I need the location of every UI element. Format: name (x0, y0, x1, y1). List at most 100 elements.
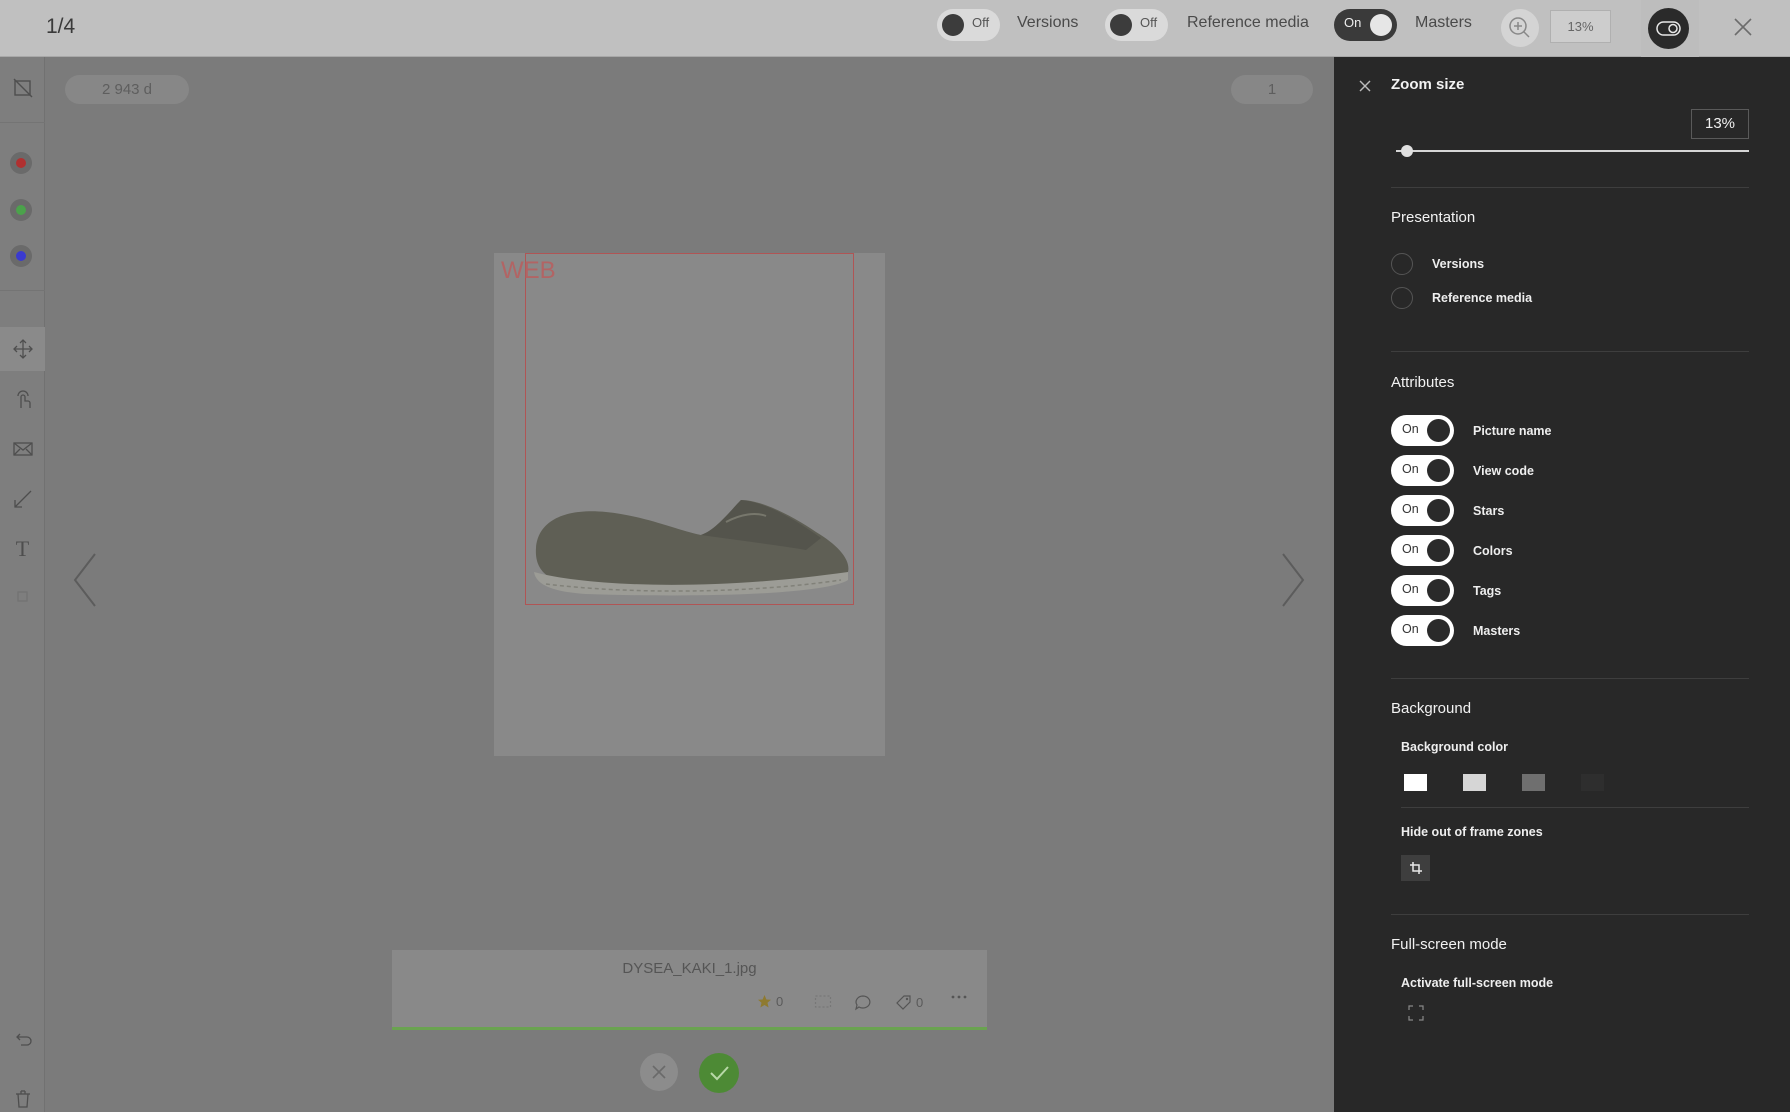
versions-label: Versions (1017, 14, 1079, 31)
option-label: Reference media (1432, 291, 1533, 305)
toggle-knob (1427, 579, 1450, 602)
arrow-tool-icon (13, 490, 31, 508)
attribute-view-code[interactable]: On View code (1391, 455, 1534, 486)
attribute-toggle[interactable]: On (1391, 575, 1454, 606)
undo-icon (15, 1033, 32, 1046)
red-swatch (16, 158, 26, 168)
zoom-size-input[interactable]: 13% (1691, 109, 1749, 139)
reference-media-label: Reference media (1187, 14, 1309, 31)
background-white-swatch[interactable] (1404, 774, 1427, 791)
attribute-toggle[interactable]: On (1391, 455, 1454, 486)
more-button[interactable] (950, 994, 968, 1000)
attribute-label: Masters (1473, 623, 1521, 638)
attribute-picture-name[interactable]: On Picture name (1391, 415, 1552, 446)
comment-icon (855, 995, 871, 1011)
attribute-stars[interactable]: On Stars (1391, 495, 1504, 526)
toggle-knob (1427, 619, 1450, 642)
attribute-toggle[interactable]: On (1391, 415, 1454, 446)
move-icon (12, 339, 33, 359)
duration-badge: 2 943 d (65, 75, 189, 104)
comment-button[interactable] (854, 994, 872, 1011)
divider (1391, 351, 1749, 352)
color-blue-button[interactable] (10, 245, 32, 267)
zoom-in-icon (1509, 17, 1530, 38)
toggle-state: On (1344, 15, 1362, 30)
toggle-knob (942, 14, 964, 36)
presentation-versions-option[interactable]: Versions (1391, 253, 1484, 275)
toggle-knob (1427, 419, 1450, 442)
divider (1391, 187, 1749, 188)
color-red-button[interactable] (10, 152, 32, 174)
divider (1391, 914, 1749, 915)
toggle-state: On (1402, 462, 1419, 476)
reject-button[interactable] (640, 1053, 678, 1091)
attribute-masters[interactable]: On Masters (1391, 615, 1520, 646)
stars-rating[interactable]: 0 (757, 994, 783, 1009)
hide-zones-button[interactable] (1401, 855, 1430, 881)
shape-tool-button[interactable] (0, 573, 45, 617)
toggle-state: On (1402, 622, 1419, 636)
attributes-title: Attributes (1391, 374, 1455, 391)
attribute-label: Picture name (1473, 423, 1552, 438)
delete-button[interactable] (0, 1077, 45, 1112)
zoom-input[interactable]: 13% (1550, 10, 1611, 43)
frame-button[interactable] (814, 994, 832, 1009)
attribute-label: Tags (1473, 583, 1502, 598)
toggle-state: On (1402, 542, 1419, 556)
touch-tool-button[interactable] (0, 377, 45, 421)
close-panel-button[interactable] (1358, 79, 1372, 98)
background-color-label: Background color (1401, 740, 1508, 754)
close-viewer-button[interactable] (1726, 10, 1760, 44)
masters-label: Masters (1415, 14, 1472, 31)
hide-annotations-button[interactable] (0, 66, 45, 110)
undo-button[interactable] (0, 1017, 45, 1061)
attribute-toggle[interactable]: On (1391, 615, 1454, 646)
fullscreen-label: Activate full-screen mode (1401, 976, 1554, 990)
toggle-state: Off (972, 15, 990, 30)
file-card[interactable]: DYSEA_KAKI_1.jpg 0 0 (392, 950, 987, 1030)
attribute-toggle[interactable]: On (1391, 495, 1454, 526)
move-tool-button[interactable] (0, 327, 45, 371)
masters-toggle[interactable]: On (1334, 9, 1397, 41)
arrow-tool-button[interactable] (0, 477, 45, 521)
chevron-right-icon[interactable] (1278, 550, 1308, 610)
versions-toggle[interactable]: Off (937, 9, 1000, 41)
reject-icon (652, 1065, 666, 1079)
reference-media-toggle[interactable]: Off (1105, 9, 1168, 41)
tag-icon (896, 995, 911, 1010)
zoom-in-button[interactable] (1501, 9, 1539, 47)
shape-icon (16, 591, 28, 602)
radio-button[interactable] (1391, 287, 1413, 309)
toggle-knob (1427, 539, 1450, 562)
attribute-colors[interactable]: On Colors (1391, 535, 1513, 566)
background-light-gray-swatch[interactable] (1463, 774, 1486, 791)
compare-toggle-button[interactable] (1641, 0, 1699, 57)
presentation-reference-media-option[interactable]: Reference media (1391, 287, 1532, 309)
divider (0, 122, 45, 123)
fullscreen-title: Full-screen mode (1391, 936, 1507, 953)
frame-label: WEB (501, 257, 556, 284)
text-tool-icon: T (15, 536, 30, 561)
attribute-label: Colors (1473, 543, 1513, 558)
touch-icon (16, 390, 31, 408)
tags-button[interactable]: 0 (895, 994, 923, 1011)
background-dark-swatch[interactable] (1581, 774, 1604, 791)
color-green-button[interactable] (10, 199, 32, 221)
compare-toggle-icon (1648, 8, 1689, 49)
chevron-left-icon[interactable] (70, 550, 100, 610)
zoom-slider[interactable] (1396, 150, 1749, 152)
background-gray-swatch[interactable] (1522, 774, 1545, 791)
toggle-state: On (1402, 502, 1419, 516)
accept-button[interactable] (699, 1053, 739, 1093)
zoom-slider-handle[interactable] (1400, 145, 1413, 157)
text-tool-button[interactable]: T (0, 527, 45, 571)
envelope-tool-button[interactable] (0, 427, 45, 471)
attribute-toggle[interactable]: On (1391, 535, 1454, 566)
hide-zones-label: Hide out of frame zones (1401, 825, 1543, 839)
attribute-tags[interactable]: On Tags (1391, 575, 1501, 606)
toggle-state: Off (1140, 15, 1158, 30)
radio-button[interactable] (1391, 253, 1413, 275)
hide-annotations-icon (13, 78, 32, 98)
fullscreen-button[interactable] (1408, 1005, 1424, 1026)
shoe-image (534, 500, 849, 596)
